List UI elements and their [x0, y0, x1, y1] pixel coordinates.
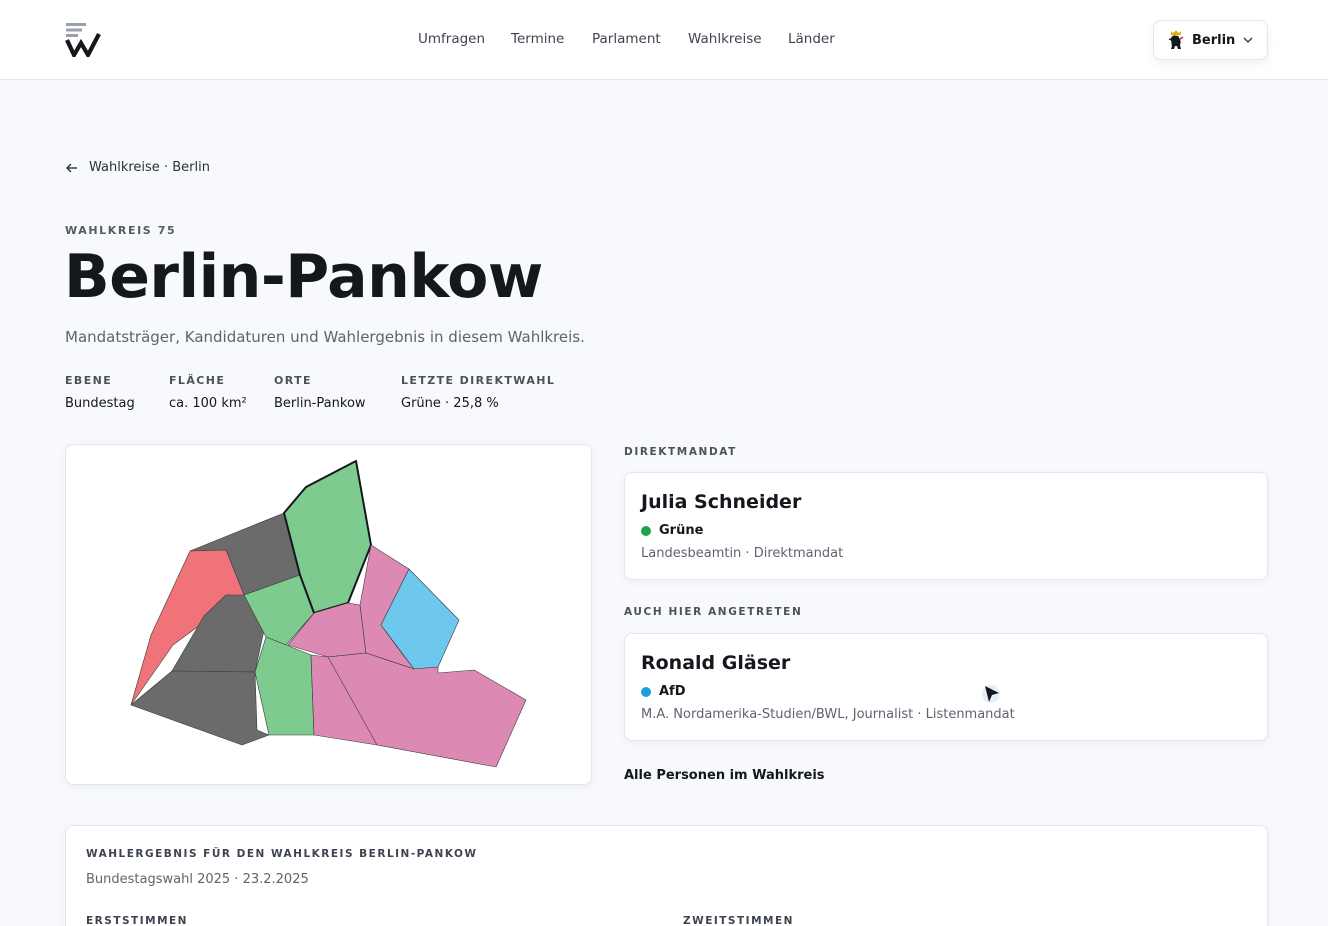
election-result-card: WAHLERGEBNIS FÜR DEN WAHLKREIS BERLIN-PA… [65, 825, 1268, 926]
direktmandat-label: DIREKTMANDAT [624, 446, 737, 458]
nav-termine[interactable]: Termine [511, 31, 564, 47]
result-subtitle: Bundestagswahl 2025 · 23.2.2025 [86, 872, 309, 887]
meta-label: EBENE [65, 374, 113, 387]
party-color-dot [641, 686, 651, 697]
zweitstimmen-heading: ZWEITSTIMMEN [683, 915, 794, 926]
person-role: Landesbeamtin · Direktmandat [641, 546, 844, 561]
party-badge: Grüne [641, 523, 703, 538]
meta-value: Berlin-Pankow [274, 396, 366, 411]
person-name: Ronald Gläser [641, 652, 791, 674]
meta-ebene: EBENE Bundestag [65, 374, 135, 411]
chevron-down-icon [1243, 37, 1253, 44]
map-district[interactable] [254, 636, 315, 736]
breadcrumb-label: Wahlkreise · Berlin [89, 160, 210, 175]
direktmandat-card[interactable]: Julia Schneider Grüne Landesbeamtin · Di… [624, 472, 1268, 580]
meta-label: FLÄCHE [169, 374, 226, 387]
map-district[interactable] [130, 670, 270, 746]
nav-parlament[interactable]: Parlament [592, 31, 661, 47]
top-navigation-bar: Umfragen Termine Parlament Wahlkreise Lä… [0, 0, 1328, 80]
state-selector-button[interactable]: Berlin [1153, 20, 1268, 60]
meta-value: ca. 100 km² [169, 396, 247, 411]
state-selector-label: Berlin [1192, 32, 1236, 48]
nav-laender[interactable]: Länder [788, 31, 835, 47]
all-persons-link[interactable]: Alle Personen im Wahlkreis [624, 768, 825, 783]
constituency-map-card [65, 444, 592, 785]
party-badge: AfD [641, 684, 686, 699]
wahlen-logo-icon[interactable] [65, 21, 101, 57]
person-name: Julia Schneider [641, 491, 802, 513]
arrow-left-icon [66, 163, 77, 172]
meta-value: Grüne · 25,8 % [401, 396, 499, 411]
meta-value: Bundestag [65, 396, 135, 411]
result-title: WAHLERGEBNIS FÜR DEN WAHLKREIS BERLIN-PA… [86, 848, 478, 860]
page-subtitle: Mandatsträger, Kandidaturen und Wahlerge… [65, 328, 585, 346]
meta-flaeche: FLÄCHE ca. 100 km² [169, 374, 247, 411]
erststimmen-heading: ERSTSTIMMEN [86, 915, 188, 926]
constituency-map[interactable] [66, 445, 593, 786]
person-role: M.A. Nordamerika-Studien/BWL, Journalist… [641, 707, 1015, 722]
constituency-number: WAHLKREIS 75 [65, 224, 177, 237]
candidate-card[interactable]: Ronald Gläser AfD M.A. Nordamerika-Studi… [624, 633, 1268, 741]
party-name: AfD [659, 684, 686, 699]
berlin-bear-icon [1168, 30, 1184, 49]
meta-label: LETZTE DIREKTWAHL [401, 374, 556, 387]
other-candidates-label: AUCH HIER ANGETRETEN [624, 606, 803, 618]
meta-orte: ORTE Berlin-Pankow [274, 374, 366, 411]
party-name: Grüne [659, 523, 704, 538]
nav-wahlkreise[interactable]: Wahlkreise [688, 31, 762, 47]
mouse-cursor-icon [982, 685, 1000, 703]
meta-label: ORTE [274, 374, 312, 387]
nav-umfragen[interactable]: Umfragen [418, 31, 485, 47]
party-color-dot [641, 525, 651, 536]
map-district[interactable] [327, 652, 527, 768]
page-title: Berlin-Pankow [64, 242, 543, 312]
breadcrumb[interactable]: Wahlkreise · Berlin [65, 160, 210, 175]
meta-letzte-direktwahl: LETZTE DIREKTWAHL Grüne · 25,8 % [401, 374, 555, 411]
